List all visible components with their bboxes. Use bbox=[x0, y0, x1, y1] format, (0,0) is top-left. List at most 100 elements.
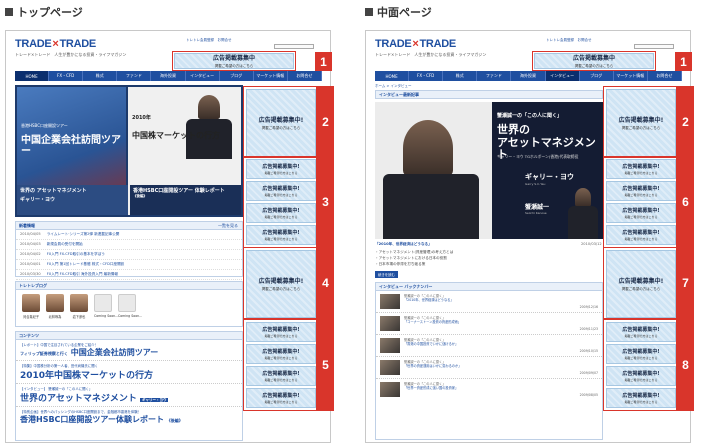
guest-suit bbox=[383, 174, 479, 239]
news-heading: 新着情報 一覧を見る bbox=[16, 222, 242, 230]
backnumber-item[interactable]: 蟹瀬誠一の「この人に聞く」 「2010年、世界経済はどうなる」 2009/12/1… bbox=[376, 291, 602, 313]
blog-box: トレトレブログ 河合真紀子 北林琢為 岩下彦也 Coming Soon... C… bbox=[15, 281, 243, 327]
feature-thumb-asset[interactable]: 世界の アセットマネジメント ギャリー・ヨウ bbox=[17, 185, 128, 215]
read-more-button[interactable]: 続きを読む bbox=[375, 271, 398, 278]
host-photo bbox=[575, 188, 591, 206]
square-bullet-icon bbox=[365, 8, 373, 16]
interview-point: ・日本市場の停滞を打ち破る策 bbox=[375, 262, 426, 266]
backnumber-thumb bbox=[380, 316, 400, 331]
section-title-middle: 中面ページ bbox=[365, 4, 432, 20]
highlight-frame bbox=[603, 86, 677, 158]
news-item[interactable]: 2010/04/02 FX入門 FX-CFD取引の基本を学ぼう bbox=[16, 250, 242, 260]
section-title-top: トップページ bbox=[5, 4, 83, 20]
header-links[interactable]: トレトレ会員登録 お問合せ bbox=[186, 38, 232, 43]
area-number: 3 bbox=[317, 156, 334, 248]
content-item[interactable]: 【レポート】中国で注目されている企業をご紹介！ フィリップ証券視察と行く 中国企… bbox=[16, 340, 242, 361]
content-item[interactable]: 【特別企画】世界へのパッシングのHSBC口座開設まで、金融都市香港を体験！ 香港… bbox=[16, 407, 242, 427]
backnumber-item[interactable]: 蟹瀬誠一の「この人に聞く」 「コーナーストーン投資の資産形成術」 2009/11/… bbox=[376, 313, 602, 335]
highlight-frame bbox=[243, 86, 317, 158]
interview-title-link[interactable]: 「2010年、世界経済はどうなる」 bbox=[375, 242, 432, 247]
nav-contact[interactable]: お問合せ bbox=[648, 71, 682, 81]
nav-fx[interactable]: FX・CFD bbox=[409, 71, 444, 81]
nav-contact[interactable]: お問合せ bbox=[288, 71, 322, 81]
feature-thumb-hsbc[interactable]: 香港HSBC口座開設ツアー 体験レポート 《後編》 bbox=[130, 185, 241, 215]
contents-heading: コンテンツ bbox=[16, 332, 242, 340]
highlight-frame bbox=[243, 319, 317, 411]
nav-home[interactable]: HOME bbox=[375, 71, 410, 81]
blogger-avatar[interactable] bbox=[46, 294, 64, 312]
area-number: 4 bbox=[317, 247, 334, 319]
nav-fund[interactable]: ファンド bbox=[117, 71, 152, 81]
highlight-frame bbox=[532, 51, 656, 71]
guest-photo bbox=[403, 120, 453, 176]
feature-thumbs: 世界の アセットマネジメント ギャリー・ヨウ 香港HSBC口座開設ツアー 体験レ… bbox=[17, 185, 241, 215]
global-nav: HOME FX・CFD 株式 ファンド 海外投資 インタビュー ブログ マーケッ… bbox=[15, 71, 322, 81]
nav-stock[interactable]: 株式 bbox=[83, 71, 118, 81]
square-bullet-icon bbox=[5, 8, 13, 16]
highlight-frame bbox=[603, 156, 677, 248]
area-number: 6 bbox=[677, 156, 694, 248]
area-number: 1 bbox=[315, 52, 332, 71]
nav-blog[interactable]: ブログ bbox=[580, 71, 614, 81]
area-number: 2 bbox=[317, 86, 334, 158]
news-item[interactable]: 2010/04/01 FX入門 第1回トレード基礎 株式・CFD口座開設 bbox=[16, 260, 242, 270]
nav-overseas[interactable]: 海外投資 bbox=[151, 71, 186, 81]
content-item[interactable]: 【特集】中国株分析の第一人者、田代尚機氏に聞く 2010年中国株マーケットの行方 bbox=[16, 361, 242, 384]
nav-market[interactable]: マーケット情報 bbox=[254, 71, 288, 81]
site-tagline: トレード×トレード 人生が豊かになる投資・ライフマガジン bbox=[15, 52, 127, 57]
backnumber-thumb bbox=[380, 382, 400, 397]
breadcrumb[interactable]: ホーム > インタビュー bbox=[375, 84, 412, 89]
feature-carousel[interactable]: 香港HSBC口座開設ツアー 中国企業会社訪問ツアー 2010年 中国株マーケット… bbox=[15, 85, 243, 217]
search-input[interactable] bbox=[634, 44, 674, 49]
news-item[interactable]: 2010/04/03 新規会員の受付を開始 bbox=[16, 240, 242, 250]
backnumber-item[interactable]: 蟹瀬誠一の「この人に聞く」 「世界一資産形成に強い国の投資家」 2009/08/0… bbox=[376, 379, 602, 400]
nav-market[interactable]: マーケット情報 bbox=[614, 71, 648, 81]
area-number: 2 bbox=[677, 86, 694, 158]
header-links[interactable]: トレトレ会員登録 お問合せ bbox=[546, 38, 592, 43]
nav-fx[interactable]: FX・CFD bbox=[49, 71, 84, 81]
backnumber-thumb bbox=[380, 338, 400, 353]
highlight-frame bbox=[172, 51, 296, 71]
news-box: 新着情報 一覧を見る 2010/04/05 ライムレート·シリーズ第2弾 新連載記… bbox=[15, 221, 243, 280]
site-tagline: トレード×トレード 人生が豊かになる投資・ライフマガジン bbox=[375, 52, 487, 57]
area-number: 1 bbox=[675, 52, 692, 71]
news-more-link[interactable]: 一覧を見る bbox=[218, 223, 238, 229]
blogger-avatar-placeholder bbox=[94, 294, 112, 312]
nav-interview[interactable]: インタビュー bbox=[186, 71, 220, 81]
nav-stock[interactable]: 株式 bbox=[443, 71, 478, 81]
interview-heading: インタビュー最新記事 bbox=[375, 90, 603, 99]
search-input[interactable] bbox=[274, 44, 314, 49]
content-item[interactable]: 【インタビュー】 蟹瀬誠一の「この人に聞く」 世界のアセットマネジメント ギャリ… bbox=[16, 384, 242, 407]
global-nav: HOME FX・CFD 株式 ファンド 海外投資 インタビュー ブログ マーケッ… bbox=[375, 71, 682, 81]
contents-box: コンテンツ 【レポート】中国で注目されている企業をご紹介！ フィリップ証券視察と… bbox=[15, 331, 243, 441]
nav-home[interactable]: HOME bbox=[15, 71, 50, 81]
nav-overseas[interactable]: 海外投資 bbox=[511, 71, 546, 81]
nav-interview[interactable]: インタビュー bbox=[545, 71, 580, 81]
news-item[interactable]: 2010/04/05 ライムレート·シリーズ第2弾 新連載記事公開 bbox=[16, 230, 242, 240]
area-number: 7 bbox=[677, 247, 694, 319]
backnumber-thumb bbox=[380, 360, 400, 375]
backnumber-item[interactable]: 蟹瀬誠一の「この人に聞く」 「世界の資産運用はいかに変わるのか」 2009/09/… bbox=[376, 357, 602, 379]
area-number: 5 bbox=[317, 319, 334, 411]
blogger-avatar[interactable] bbox=[22, 294, 40, 312]
blog-heading: トレトレブログ bbox=[16, 282, 242, 290]
area-number: 8 bbox=[677, 319, 694, 411]
nav-blog[interactable]: ブログ bbox=[220, 71, 254, 81]
interview-date: 2010/03/12 bbox=[581, 242, 602, 246]
nav-fund[interactable]: ファンド bbox=[477, 71, 512, 81]
highlight-frame bbox=[603, 247, 677, 319]
site-logo[interactable]: TRADE×TRADE bbox=[15, 38, 96, 50]
blog-names: 河合真紀子 北林琢為 岩下彦也 Coming Soon... Coming So… bbox=[23, 314, 143, 319]
news-item[interactable]: 2010/03/30 FX入門 FX-CFD取引 海外投資入門 最新情報 bbox=[16, 270, 242, 280]
highlight-frame bbox=[243, 247, 317, 319]
interview-hero[interactable]: 蟹瀬誠一の「この人に聞く」 世界の アセットマネジメント ギャリー・ヨウ TGホル… bbox=[375, 102, 603, 239]
host-suit bbox=[568, 206, 598, 239]
interview-point: ・アセットマネジメント(資産管理)の考え方とは bbox=[375, 250, 454, 254]
site-logo[interactable]: TRADE×TRADE bbox=[375, 38, 456, 50]
backnumber-thumb bbox=[380, 294, 400, 309]
blogger-avatar[interactable] bbox=[70, 294, 88, 312]
backnumber-box: インタビュー バックナンバー 蟹瀬誠一の「この人に聞く」 「2010年、世界経済は… bbox=[375, 282, 603, 440]
backnumber-item[interactable]: 蟹瀬誠一の「この人に聞く」 「香港の中国投資でいかに儲けるか」 2009/10/1… bbox=[376, 335, 602, 357]
person-photo bbox=[198, 95, 220, 119]
interview-point: ・アセットマネジメントにおける日本の役割 bbox=[375, 256, 447, 260]
